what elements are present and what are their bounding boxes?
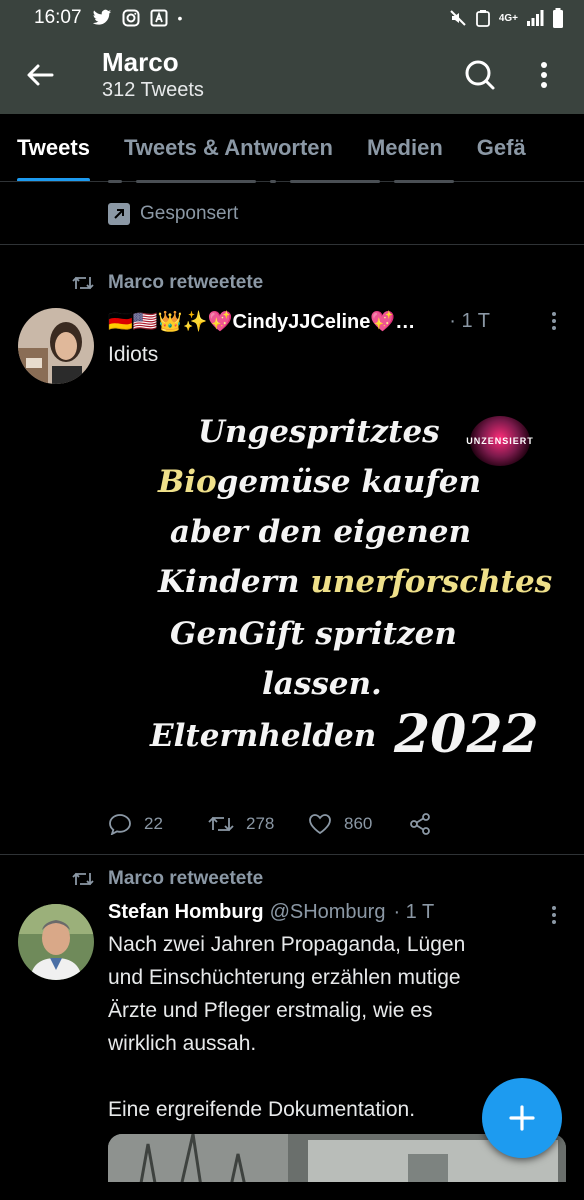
more-vertical-icon [552, 906, 556, 924]
status-bar: 16:07 • 4G+ [0, 0, 584, 36]
divider [0, 244, 584, 245]
profile-name: Marco [102, 47, 179, 77]
share-icon [410, 813, 430, 835]
more-vertical-icon [552, 312, 556, 330]
tab-tweets-and-replies[interactable]: Tweets & Antworten [107, 114, 350, 181]
meme-line: Kindern unerforschtes [158, 564, 553, 600]
network-type: 4G+ [498, 12, 518, 24]
arrow-back-icon [27, 64, 54, 86]
author-handle[interactable]: @SHomburg [270, 901, 386, 924]
plus-icon [509, 1105, 535, 1131]
tab-tweets[interactable]: Tweets [0, 114, 107, 181]
overflow-menu-button[interactable] [524, 55, 564, 95]
compose-tweet-button[interactable] [482, 1078, 562, 1158]
tweet-more-button[interactable] [542, 903, 566, 927]
tweet-text: Nach zwei Jahren Propaganda, Lügen und E… [108, 933, 466, 1121]
divider [0, 854, 584, 855]
retweet-icon [72, 276, 94, 290]
meme-line: lassen. [262, 666, 382, 702]
status-time: 16:07 [34, 7, 82, 28]
system-nav-bar [0, 1182, 584, 1200]
profile-tabs: Tweets Tweets & Antworten Medien Gefä [0, 114, 584, 182]
tweet-more-button[interactable] [542, 309, 566, 333]
retweet-indicator: Marco retweetete [72, 272, 263, 294]
meme-line: GenGift spritzen [170, 616, 457, 652]
author-name[interactable]: Stefan Homburg [108, 901, 264, 924]
meme-line: aber den eigenen [170, 514, 472, 550]
app-notification-icon [150, 9, 168, 27]
tweet-time: · 1 T [449, 310, 491, 332]
retweet-icon [208, 816, 234, 832]
retweet-label: Marco retweetete [108, 272, 264, 293]
instagram-icon [122, 9, 140, 27]
author-name[interactable]: 🇩🇪🇺🇸👑✨💖CindyJJCeline💖… [108, 309, 415, 334]
tweet-actions: 22 278 860 [108, 806, 508, 842]
sponsored-label: Gesponsert [108, 203, 238, 225]
search-icon [465, 60, 495, 90]
tweet-count: 312 Tweets [102, 79, 204, 101]
tweet-time: · 1 T [393, 901, 435, 923]
avatar[interactable] [18, 308, 94, 384]
retweet-count: 278 [246, 814, 275, 833]
like-icon [309, 814, 331, 835]
battery-icon [552, 8, 564, 28]
dot-icon: • [177, 10, 183, 26]
more-vertical-icon [541, 62, 547, 88]
scrolled-text-remnant [108, 180, 488, 188]
reply-count: 22 [144, 814, 163, 833]
tweet-image[interactable]: Ungespritztes UNZENSIERT Biogemüse kaufe… [108, 388, 584, 798]
tweet-text: Idiots [108, 343, 159, 366]
retweet-icon [72, 872, 94, 886]
tweet-header: Stefan Homburg @SHomburg · 1 T [108, 901, 434, 924]
retweet-indicator: Marco retweetete [72, 868, 263, 890]
meme-line: Ungespritztes [198, 414, 440, 450]
like-button[interactable]: 860 [308, 813, 408, 835]
retweet-label: Marco retweetete [108, 868, 264, 889]
avatar[interactable] [18, 904, 94, 980]
sponsored-text: Gesponsert [140, 203, 239, 224]
meme-line: Biogemüse kaufen [158, 464, 482, 500]
retweet-button[interactable]: 278 [208, 814, 308, 834]
recycle-icon [475, 9, 491, 27]
tab-media[interactable]: Medien [350, 114, 460, 181]
like-count: 860 [344, 814, 373, 833]
reply-icon [109, 814, 131, 835]
search-button[interactable] [460, 55, 500, 95]
unzensiert-logo: UNZENSIERT [466, 416, 533, 466]
profile-header: Marco 312 Tweets [0, 36, 584, 114]
twitter-icon [92, 9, 112, 27]
share-button[interactable] [408, 812, 508, 836]
meme-line: Elternhelden [150, 718, 377, 754]
promoted-icon [108, 203, 130, 225]
signal-icon [526, 10, 544, 26]
tweet-header: 🇩🇪🇺🇸👑✨💖CindyJJCeline💖… · 1 T [108, 309, 490, 334]
tab-likes[interactable]: Gefä [460, 114, 543, 181]
meme-year: 2022 [394, 704, 539, 765]
reply-button[interactable]: 22 [108, 813, 208, 835]
mute-icon [449, 9, 467, 27]
back-button[interactable] [0, 36, 80, 114]
